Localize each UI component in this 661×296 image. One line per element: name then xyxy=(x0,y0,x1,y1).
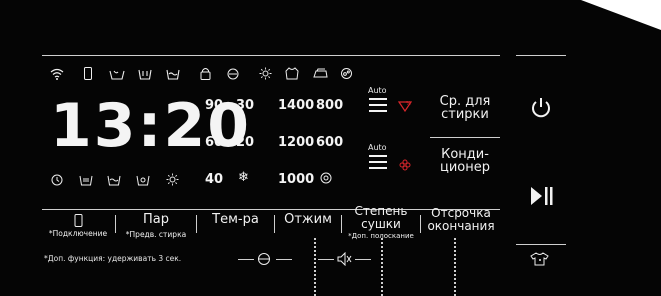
eco-bubble-icon xyxy=(340,67,353,80)
basin-wave-icon xyxy=(166,67,180,80)
no-spin-icon xyxy=(320,172,332,184)
cold-snowflake-icon: ❄ xyxy=(238,170,249,185)
power-icon xyxy=(532,98,550,118)
dotted-guide xyxy=(381,238,383,296)
dotted-guide xyxy=(314,238,316,296)
wifi-icon xyxy=(50,68,64,80)
spin-600: 600 xyxy=(316,135,344,150)
steam-label: Пар xyxy=(143,212,169,227)
detergent-level-bars xyxy=(369,98,387,116)
combo-line xyxy=(318,259,334,260)
avg-wash-line2: стирки xyxy=(441,107,489,122)
temp-20: 20 xyxy=(236,135,255,150)
svg-text:%: % xyxy=(406,101,411,107)
temperature-button[interactable]: Тем-ра xyxy=(197,213,274,227)
temp-60: 60 xyxy=(205,135,224,150)
footnote: *Доп. функция: удерживать 3 сек. xyxy=(44,254,182,263)
detergent-red-icon: % xyxy=(398,100,412,112)
softener-level-bars xyxy=(369,155,387,173)
delay-end-button[interactable]: Отсрочка окончания xyxy=(421,207,501,233)
top-divider xyxy=(42,55,500,56)
jacket-icon xyxy=(285,67,299,80)
steam-button[interactable]: Пар *Предв. стирка xyxy=(116,212,196,240)
iron-icon xyxy=(313,68,328,79)
handwash-icon xyxy=(109,68,125,80)
remote-phone-icon xyxy=(42,212,114,227)
softener-flower-icon xyxy=(399,159,411,171)
spin-stage-icon xyxy=(136,174,150,186)
drum-combo-icon xyxy=(256,252,272,266)
spin-1400: 1400 xyxy=(278,98,315,113)
dry-label-line2: сушки xyxy=(361,217,401,231)
drum-clean-icon xyxy=(226,68,240,80)
spin-1000: 1000 xyxy=(278,172,315,187)
dotted-guide xyxy=(454,238,456,296)
spin-button[interactable]: Отжим xyxy=(275,213,341,227)
clock-icon xyxy=(51,174,63,186)
wash-stage-icon xyxy=(79,174,93,186)
combo-line xyxy=(355,259,371,260)
spin-800: 800 xyxy=(316,98,344,113)
delay-label-line2: окончания xyxy=(427,219,495,233)
play-pause-icon xyxy=(531,187,553,205)
temp-90: 90 xyxy=(205,98,224,113)
dry-stage-icon xyxy=(166,173,179,186)
conditioner-line2: ционер xyxy=(439,160,490,175)
dry-level-button[interactable]: Степень сушки *Доп. полоскание xyxy=(342,205,420,241)
temperature-label: Тем-ра xyxy=(212,212,259,227)
basin-icon xyxy=(138,68,152,80)
avg-wash-button[interactable]: Ср. для стирки xyxy=(425,95,505,121)
temp-30: 30 xyxy=(236,98,255,113)
steam-note: *Предв. стирка xyxy=(125,230,187,239)
sound-off-icon xyxy=(336,252,352,266)
phone-icon xyxy=(83,67,93,80)
spin-label: Отжим xyxy=(284,212,332,227)
remote-note: *Подключение xyxy=(48,229,108,238)
start-pause-button[interactable] xyxy=(530,186,554,206)
conditioner-button[interactable]: Конди- ционер xyxy=(425,148,505,174)
power-button[interactable] xyxy=(530,97,552,119)
right-label-divider xyxy=(430,137,500,138)
rinse-stage-icon xyxy=(107,174,121,186)
spin-1200: 1200 xyxy=(278,135,315,150)
power-bottom-divider xyxy=(516,244,566,245)
auto-label-softener: Auto xyxy=(368,143,387,152)
combo-line xyxy=(238,259,254,260)
remote-control-button[interactable]: *Подключение xyxy=(42,212,114,238)
combo-line xyxy=(276,259,292,260)
temp-40: 40 xyxy=(205,172,224,187)
auto-label-detergent: Auto xyxy=(368,86,387,95)
shirt-plus-icon xyxy=(530,252,550,266)
sun-icon xyxy=(259,67,272,80)
child-lock-icon xyxy=(200,67,211,80)
power-top-divider xyxy=(516,55,566,56)
panel-corner xyxy=(581,0,661,30)
washer-control-panel: 13:20 90 60 40 30 20 ❄ 1400 800 1200 600… xyxy=(0,0,661,296)
